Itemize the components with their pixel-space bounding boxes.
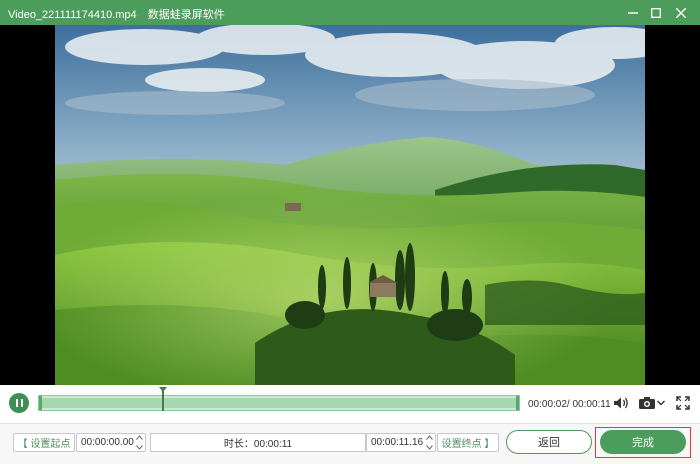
video-preview[interactable] xyxy=(0,25,700,385)
screenshot-button[interactable] xyxy=(638,395,656,411)
minimize-icon xyxy=(628,11,638,14)
fullscreen-icon xyxy=(676,396,690,410)
close-button[interactable] xyxy=(668,0,694,25)
set-end-button[interactable]: 设置终点 】 xyxy=(437,433,499,452)
duration-display: 时长：00:00:11 xyxy=(150,433,366,452)
chevron-up-icon[interactable] xyxy=(135,435,143,440)
volume-icon xyxy=(614,397,628,409)
pause-icon xyxy=(14,399,24,407)
screenshot-options-button[interactable] xyxy=(656,395,666,411)
start-time-field[interactable]: 00:00:00.00 xyxy=(76,433,146,452)
end-time-value: 00:00:11.16 xyxy=(371,437,424,448)
chevron-down-icon[interactable] xyxy=(425,445,433,450)
pause-button[interactable] xyxy=(9,393,29,413)
set-start-button[interactable]: 【 设置起点 xyxy=(13,433,75,452)
maximize-icon xyxy=(651,7,661,18)
trim-timeline[interactable] xyxy=(38,395,520,411)
fullscreen-button[interactable] xyxy=(675,395,691,411)
camera-icon xyxy=(639,397,655,409)
chevron-down-icon xyxy=(657,400,665,406)
volume-button[interactable] xyxy=(612,395,630,411)
start-time-stepper[interactable] xyxy=(135,435,143,450)
trim-controls: 【 设置起点 00:00:00.00 时长：00:00:11 00:00:11.… xyxy=(0,423,700,464)
video-frame-landscape xyxy=(55,25,645,385)
playhead[interactable] xyxy=(162,389,164,411)
chevron-up-icon[interactable] xyxy=(425,435,433,440)
back-button[interactable]: 返回 xyxy=(506,430,592,454)
done-button[interactable]: 完成 xyxy=(600,430,686,454)
close-icon xyxy=(676,7,686,18)
end-time-field[interactable]: 00:00:11.16 xyxy=(366,433,436,452)
app-name: 数据蛙录屏软件 xyxy=(147,9,225,21)
start-handle[interactable] xyxy=(39,396,42,410)
timecode: 00:00:02/ 00:00:11 xyxy=(528,399,611,410)
chevron-down-icon[interactable] xyxy=(135,445,143,450)
start-time-value: 00:00:00.00 xyxy=(81,437,134,448)
playback-bar: 00:00:02/ 00:00:11 xyxy=(0,385,700,423)
selected-range xyxy=(41,398,517,408)
title-bar: Video_221111174410.mp4 数据蛙录屏软件 xyxy=(0,0,700,25)
end-handle[interactable] xyxy=(516,396,519,410)
end-time-stepper[interactable] xyxy=(425,435,433,450)
maximize-button[interactable] xyxy=(643,0,669,25)
file-name: Video_221111174410.mp4 xyxy=(8,9,137,21)
window-title: Video_221111174410.mp4 数据蛙录屏软件 xyxy=(8,6,233,22)
